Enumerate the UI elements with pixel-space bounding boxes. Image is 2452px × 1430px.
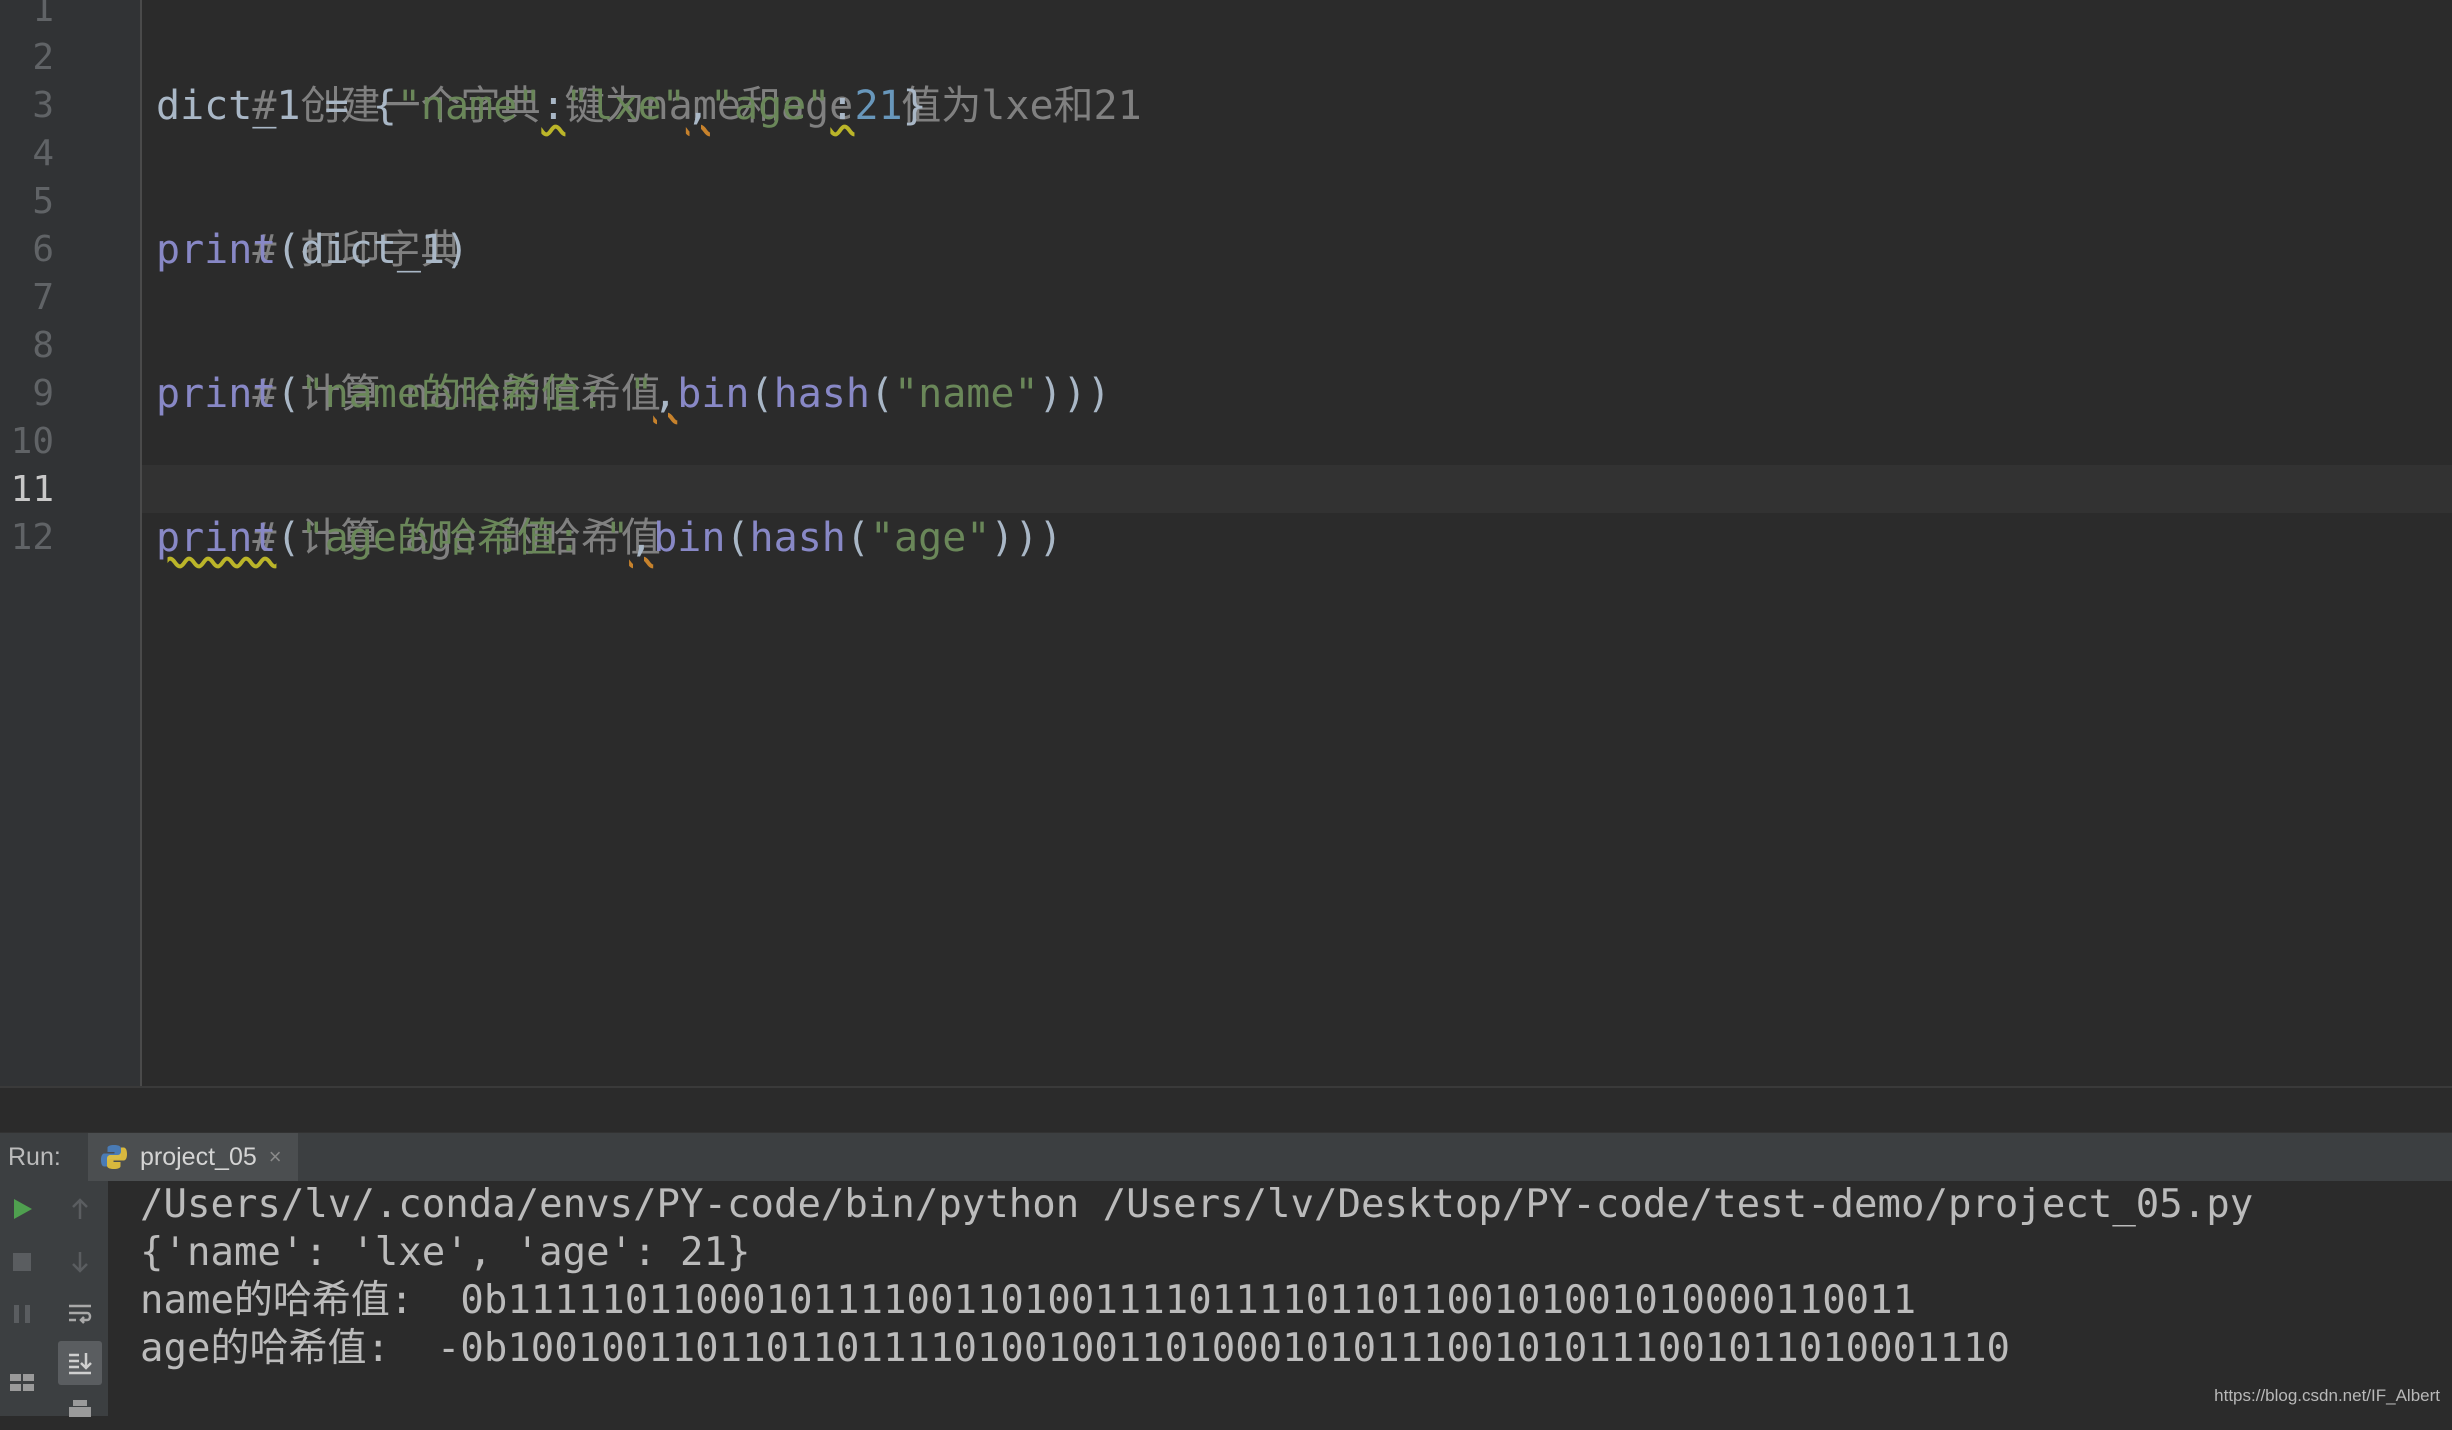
layout-icon[interactable]	[4, 1364, 40, 1400]
code-text: )))	[990, 515, 1063, 561]
code-line-6[interactable]: print(dict_1)	[156, 226, 469, 274]
run-tab-project[interactable]: project_05 ×	[88, 1133, 298, 1181]
soft-wrap-icon[interactable]	[62, 1296, 98, 1332]
code-text: dict_1 = {	[156, 83, 397, 129]
builtin-function: print	[156, 371, 277, 417]
code-line-12[interactable]: print("age的哈希值: ",bin(hash("age")))	[156, 514, 1063, 562]
close-tab-icon[interactable]: ×	[269, 1144, 282, 1170]
line-number: 9	[32, 373, 54, 414]
string-literal: "age"	[709, 83, 831, 129]
code-text: )))	[1038, 371, 1111, 417]
console-line: {'name': 'lxe', 'age': 21}	[140, 1230, 751, 1275]
builtin-function: hash	[773, 371, 870, 417]
builtin-function: bin	[677, 371, 750, 417]
print-icon[interactable]	[62, 1394, 98, 1430]
colon-warning: :	[830, 83, 855, 129]
line-number: 12	[10, 517, 54, 558]
string-literal: "name"	[894, 371, 1039, 417]
line-number: 7	[32, 277, 54, 318]
scroll-to-end-icon[interactable]	[58, 1341, 102, 1385]
line-number: 1	[32, 0, 54, 30]
run-panel-header: Run: project_05 ×	[0, 1132, 2452, 1181]
python-icon	[101, 1145, 127, 1169]
colon-warning: :	[541, 83, 566, 129]
number-literal: 21	[854, 83, 903, 129]
line-number: 8	[32, 325, 54, 366]
builtin-function: bin	[653, 515, 726, 561]
line-number-active: 11	[10, 469, 54, 510]
builtin-function: print	[156, 227, 277, 273]
line-number: 6	[32, 229, 54, 270]
code-text: (	[845, 515, 870, 561]
string-literal: "age"	[869, 515, 991, 561]
console-output[interactable]: /Users/lv/.conda/envs/PY-code/bin/python…	[108, 1181, 2452, 1416]
console-line: /Users/lv/.conda/envs/PY-code/bin/python…	[140, 1182, 2254, 1227]
builtin-function: print	[156, 515, 277, 561]
string-literal: "age的哈希值: "	[300, 515, 630, 561]
down-arrow-icon[interactable]	[62, 1244, 98, 1280]
line-number: 10	[10, 421, 54, 462]
code-text: (dict_1)	[276, 227, 470, 273]
console-line: age的哈希值: -0b1001001101101101111010010011…	[140, 1326, 2011, 1371]
code-text: }	[902, 83, 927, 129]
comma-warning: ,	[685, 83, 710, 129]
line-number: 5	[32, 181, 54, 222]
pause-icon[interactable]	[4, 1296, 40, 1332]
line-number: 2	[32, 37, 54, 78]
code-text: (	[725, 515, 750, 561]
stop-icon[interactable]	[4, 1244, 40, 1280]
code-editor[interactable]: 1 2 3 4 5 6 7 8 9 10 11 12 # 创建一个字典 键为na…	[0, 0, 2452, 1086]
string-literal: "lxe"	[565, 83, 686, 129]
run-toolbar	[0, 1181, 108, 1417]
code-text: (	[276, 371, 301, 417]
code-text: (	[869, 371, 895, 417]
run-tab-label: project_05	[140, 1142, 257, 1171]
line-number: 4	[32, 133, 54, 174]
code-line-3[interactable]: dict_1 = {"name":"lxe","age":21}	[156, 82, 927, 130]
builtin-function: hash	[749, 515, 846, 561]
code-text: (	[276, 515, 301, 561]
comma-warning: ,	[629, 515, 654, 561]
code-text: (	[749, 371, 774, 417]
watermark: https://blog.csdn.net/IF_Albert	[2214, 1386, 2440, 1405]
up-arrow-icon[interactable]	[62, 1191, 98, 1227]
panel-splitter[interactable]	[0, 1086, 2452, 1134]
run-label: Run:	[8, 1143, 61, 1171]
string-literal: "name的哈希值: "	[300, 371, 654, 417]
line-number: 3	[32, 85, 54, 126]
console-line: name的哈希值: 0b1111101100010111100110100111…	[140, 1278, 1917, 1323]
run-icon[interactable]	[4, 1191, 40, 1227]
line-number-gutter: 1 2 3 4 5 6 7 8 9 10 11 12	[0, 0, 142, 1086]
comma-warning: ,	[653, 371, 678, 417]
code-line-9[interactable]: print("name的哈希值: ",bin(hash("name")))	[156, 370, 1111, 418]
string-literal: "name"	[396, 83, 542, 129]
